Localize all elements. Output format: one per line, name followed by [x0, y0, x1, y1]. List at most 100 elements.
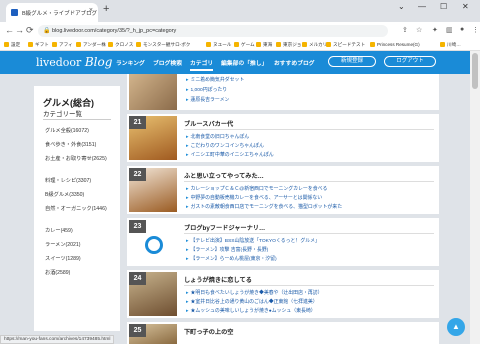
- nav-recommended[interactable]: おすすめブログ: [274, 58, 315, 67]
- share-icon[interactable]: ⇪: [402, 26, 408, 34]
- bookmark-item[interactable]: ゲーム: [234, 42, 255, 48]
- scrollbar[interactable]: [470, 51, 480, 344]
- tab-title: B級グルメ・ライブドアブログ: [22, 10, 98, 17]
- blog-thumbnail[interactable]: 21: [129, 116, 177, 160]
- article-link[interactable]: こだわりのワンコインちゃんぽん: [186, 142, 263, 149]
- favicon-icon: [11, 9, 18, 16]
- logo-text: livedoor: [36, 56, 82, 69]
- nav-blog-search[interactable]: ブログ検索: [153, 58, 182, 67]
- rank-number: 21: [129, 116, 146, 129]
- browser-tab[interactable]: B級グルメ・ライブドアブログ ×: [6, 3, 98, 22]
- rank-number: 25: [129, 324, 146, 337]
- article-link[interactable]: 【テレビ出演】BSS山陰放送「TOKYOくるっと！グルメ」: [186, 237, 319, 244]
- logo-script: Blog: [84, 55, 113, 69]
- divider: [43, 119, 111, 120]
- bookmark-item[interactable]: アフィ: [52, 42, 73, 48]
- maximize-button[interactable]: ☐: [440, 2, 447, 11]
- sidebar-subtitle: カテゴリー覧: [43, 111, 82, 118]
- category-link[interactable]: グルメ全般(16072): [45, 128, 115, 135]
- star-icon[interactable]: ☆: [416, 26, 422, 34]
- browser-window: B級グルメ・ライブドアブログ × + ⌄ — ☐ ✕ ← → ⟳ 🔒 blog.…: [0, 0, 480, 344]
- category-link[interactable]: お酒(2589): [45, 270, 115, 277]
- blog-thumbnail[interactable]: 25: [129, 324, 177, 344]
- nav-category[interactable]: カテゴリ: [190, 58, 214, 71]
- article-link[interactable]: 中野夢の自動販売機カレーを食べる、アーサーとは関係ない: [186, 194, 322, 201]
- category-link[interactable]: B級グルメ(3350): [45, 192, 115, 199]
- blog-thumbnail[interactable]: 22: [129, 168, 177, 212]
- tab-close-icon[interactable]: ×: [89, 7, 93, 14]
- divider: [184, 181, 434, 182]
- logout-button[interactable]: ログアウト: [384, 56, 436, 67]
- bookmark-item[interactable]: ヌユール: [206, 42, 231, 48]
- sidebar-icon[interactable]: ▥: [446, 26, 453, 34]
- site-logo[interactable]: livedoor Blog: [36, 55, 112, 69]
- bookmark-item[interactable]: アンダー株: [76, 42, 106, 48]
- article-link[interactable]: ★ムッシュの美味しいしょうが焼き●ムッシュ（東長崎）: [186, 307, 315, 314]
- blog-logo-icon: [145, 236, 163, 254]
- article-link[interactable]: カレーショップＣ＆Ｃ@新宿西口でモーニングカレーを食べる: [186, 185, 327, 192]
- blog-thumbnail[interactable]: 24: [129, 272, 177, 316]
- close-window-button[interactable]: ✕: [462, 2, 469, 11]
- ranking-card: 24 しょうが焼きに恋してる ★明日も食べたいしょうが焼き◆美春や（辻出田店・再…: [127, 270, 439, 318]
- category-link[interactable]: スイーツ(1289): [45, 256, 115, 263]
- blog-thumbnail[interactable]: 23: [129, 220, 177, 264]
- blog-title[interactable]: ふと思い立ってやってみた…: [184, 171, 264, 180]
- address-bar-row: ← → ⟳ 🔒 blog.livedoor.com/category/35/?_…: [0, 22, 480, 40]
- nav-ranking[interactable]: ランキング: [116, 58, 145, 67]
- rank-number: 24: [129, 272, 146, 285]
- rank-number: 22: [129, 168, 146, 181]
- blog-title[interactable]: ブログbyフードジャーナリ…: [184, 223, 265, 232]
- menu-icon[interactable]: ⋮: [472, 26, 479, 34]
- category-link[interactable]: カレー(459): [45, 228, 115, 235]
- category-link[interactable]: 自然・オーガニック(1446): [45, 206, 115, 213]
- nav-editors-pick[interactable]: 編集部の「推し」: [221, 58, 267, 67]
- article-link[interactable]: 北南食堂の旧口ちゃんぽん: [186, 133, 249, 140]
- bookmark-item[interactable]: スピードテスト: [326, 42, 365, 48]
- new-tab-button[interactable]: +: [103, 3, 109, 15]
- ranking-card: 25 下町っ子の上の空: [127, 322, 439, 344]
- category-link[interactable]: お土産・お取り寄せ(2625): [45, 156, 115, 163]
- ranking-card: 23 ブログbyフードジャーナリ… 【テレビ出演】BSS山陰放送「TOKYOくる…: [127, 218, 439, 266]
- bookmark-item[interactable]: メルカリ: [302, 42, 327, 48]
- scroll-to-top-button[interactable]: ▲: [447, 318, 465, 336]
- category-sidebar: グルメ(総合) カテゴリー覧 グルメ全般(16072) 食べ歩き・外食(3151…: [34, 86, 120, 331]
- profile-icon[interactable]: ●: [460, 26, 464, 33]
- blog-title[interactable]: ブルースバカー代: [184, 119, 233, 128]
- register-button[interactable]: 新規登録: [328, 56, 376, 67]
- bookmark-item[interactable]: 設定: [4, 42, 20, 48]
- tab-search-icon[interactable]: ⌄: [398, 2, 405, 11]
- blog-thumbnail[interactable]: [129, 74, 177, 110]
- article-link[interactable]: ミニ着め簡気弁ダセット: [186, 76, 244, 83]
- extensions-icon[interactable]: ✦: [432, 26, 438, 34]
- ranking-card: ミニ着め簡気弁ダセット 1,000円ぽったり 蓮原長吉ラーメン: [127, 74, 439, 110]
- minimize-button[interactable]: —: [418, 2, 426, 11]
- scrollbar-thumb[interactable]: [472, 53, 478, 89]
- category-link[interactable]: ラーメン(2021): [45, 242, 115, 249]
- article-link[interactable]: ★室井日比谷上の通り黄山のごはん◆正東館（七拝進美）: [186, 298, 317, 305]
- article-link[interactable]: イニシエ町中華のイニシエちゃんぽん: [186, 151, 273, 158]
- status-bar-url: https://man-you-fans.com/archives/147394…: [0, 335, 115, 344]
- divider: [184, 285, 434, 286]
- bookmark-item[interactable]: 川崎…: [440, 42, 461, 48]
- blog-title[interactable]: しょうが焼きに恋してる: [184, 275, 252, 284]
- bookmark-item[interactable]: モンスター観サロ-ポク: [136, 42, 190, 48]
- article-link[interactable]: 1,000円ぽったり: [186, 86, 227, 93]
- reload-icon[interactable]: ⟳: [26, 25, 34, 36]
- article-link[interactable]: ★明日も食べたいしょうが焼き◆美春や（辻出田店・再訪）: [186, 289, 322, 296]
- url-field[interactable]: 🔒 blog.livedoor.com/category/35/?_h_jp_p…: [38, 25, 388, 37]
- tab-strip: B級グルメ・ライブドアブログ × + ⌄ — ☐ ✕: [0, 0, 480, 22]
- bookmark-item[interactable]: 東京ジョ: [276, 42, 301, 48]
- category-link[interactable]: 食べ歩き・外食(3151): [45, 142, 115, 149]
- bookmark-item[interactable]: クロノス: [108, 42, 133, 48]
- bookmark-item[interactable]: 東海: [256, 42, 272, 48]
- forward-icon[interactable]: →: [15, 25, 24, 35]
- article-link[interactable]: 【ラーメン】攻撃 吉富(長野・長野): [186, 246, 268, 253]
- article-link[interactable]: ガストの素敵朝食西口店でモーニングを食べる、猫型ロボットが来た: [186, 203, 342, 210]
- blog-title[interactable]: 下町っ子の上の空: [184, 327, 234, 336]
- bookmark-item[interactable]: Princess Resume(G): [370, 42, 420, 47]
- category-link[interactable]: 料理・レシピ(3307): [45, 178, 115, 185]
- bookmark-item[interactable]: ギフト: [28, 42, 49, 48]
- article-link[interactable]: 【ラーメン】らーめん桃屋(東京・汐留): [186, 255, 276, 262]
- back-icon[interactable]: ←: [5, 25, 14, 35]
- article-link[interactable]: 蓮原長吉ラーメン: [186, 96, 229, 103]
